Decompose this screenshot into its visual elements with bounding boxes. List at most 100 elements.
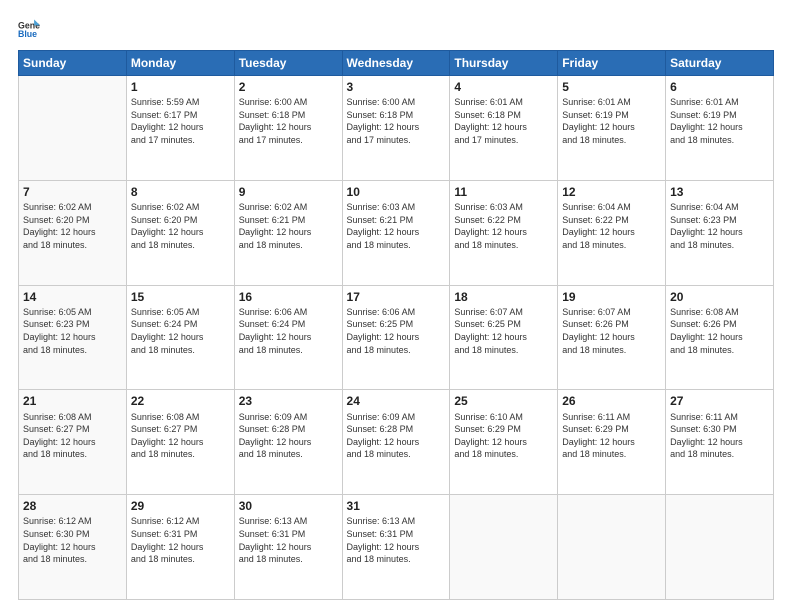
day-number: 28 [23,498,122,514]
calendar-cell: 30Sunrise: 6:13 AM Sunset: 6:31 PM Dayli… [234,495,342,600]
day-number: 5 [562,79,661,95]
day-info: Sunrise: 6:09 AM Sunset: 6:28 PM Dayligh… [239,411,338,461]
day-number: 22 [131,393,230,409]
week-row-4: 28Sunrise: 6:12 AM Sunset: 6:30 PM Dayli… [19,495,774,600]
week-row-1: 7 Sunrise: 6:02 AM Sunset: 6:20 PM Daylig… [19,180,774,285]
day-number: 10 [347,184,446,200]
day-info: Sunrise: 6:11 AM Sunset: 6:30 PM Dayligh… [670,411,769,461]
day-number: 21 [23,393,122,409]
header-monday: Monday [126,51,234,76]
day-number: 2 [239,79,338,95]
calendar-cell: 19Sunrise: 6:07 AM Sunset: 6:26 PM Dayli… [558,285,666,390]
day-info: Sunrise: 6:02 AM Sunset: 6:20 PM Dayligh… [131,201,230,251]
day-info: Sunrise: 6:00 AM Sunset: 6:18 PM Dayligh… [347,96,446,146]
header: General Blue [18,18,774,40]
calendar-header-row: SundayMondayTuesdayWednesdayThursdayFrid… [19,51,774,76]
day-number: 30 [239,498,338,514]
calendar-cell: 31Sunrise: 6:13 AM Sunset: 6:31 PM Dayli… [342,495,450,600]
calendar-cell: 28Sunrise: 6:12 AM Sunset: 6:30 PM Dayli… [19,495,127,600]
day-number: 18 [454,289,553,305]
week-row-3: 21 Sunrise: 6:08 AM Sunset: 6:27 PM Dayli… [19,390,774,495]
calendar-cell [450,495,558,600]
calendar-cell: 13Sunrise: 6:04 AM Sunset: 6:23 PM Dayli… [666,180,774,285]
day-info: Sunrise: 5:59 AM Sunset: 6:17 PM Dayligh… [131,96,230,146]
calendar-cell: 27 Sunrise: 6:11 AM Sunset: 6:30 PM Dayli… [666,390,774,495]
day-info: Sunrise: 6:01 AM Sunset: 6:19 PM Dayligh… [562,96,661,146]
header-wednesday: Wednesday [342,51,450,76]
day-number: 8 [131,184,230,200]
calendar-cell: 7Sunrise: 6:02 AM Sunset: 6:20 PM Daylig… [19,180,127,285]
day-number: 13 [670,184,769,200]
day-number: 11 [454,184,553,200]
day-number: 25 [454,393,553,409]
svg-text:Blue: Blue [18,29,37,39]
day-number: 6 [670,79,769,95]
day-info: Sunrise: 6:09 AM Sunset: 6:28 PM Dayligh… [347,411,446,461]
day-info: Sunrise: 6:01 AM Sunset: 6:19 PM Dayligh… [670,96,769,146]
day-info: Sunrise: 6:02 AM Sunset: 6:21 PM Dayligh… [239,201,338,251]
calendar-cell: 23 Sunrise: 6:09 AM Sunset: 6:28 PM Dayli… [234,390,342,495]
calendar-cell: 10Sunrise: 6:03 AM Sunset: 6:21 PM Dayli… [342,180,450,285]
calendar-cell [19,76,127,181]
day-info: Sunrise: 6:12 AM Sunset: 6:30 PM Dayligh… [23,515,122,565]
day-number: 12 [562,184,661,200]
day-info: Sunrise: 6:03 AM Sunset: 6:21 PM Dayligh… [347,201,446,251]
day-number: 23 [239,393,338,409]
calendar-table: SundayMondayTuesdayWednesdayThursdayFrid… [18,50,774,600]
calendar-cell: 24 Sunrise: 6:09 AM Sunset: 6:28 PM Dayli… [342,390,450,495]
calendar-cell: 17Sunrise: 6:06 AM Sunset: 6:25 PM Dayli… [342,285,450,390]
header-sunday: Sunday [19,51,127,76]
day-number: 26 [562,393,661,409]
calendar-cell: 2Sunrise: 6:00 AM Sunset: 6:18 PM Daylig… [234,76,342,181]
day-info: Sunrise: 6:00 AM Sunset: 6:18 PM Dayligh… [239,96,338,146]
calendar-cell [666,495,774,600]
calendar-cell: 29Sunrise: 6:12 AM Sunset: 6:31 PM Dayli… [126,495,234,600]
calendar-cell: 25 Sunrise: 6:10 AM Sunset: 6:29 PM Dayli… [450,390,558,495]
day-info: Sunrise: 6:06 AM Sunset: 6:24 PM Dayligh… [239,306,338,356]
calendar-cell: 9Sunrise: 6:02 AM Sunset: 6:21 PM Daylig… [234,180,342,285]
day-info: Sunrise: 6:04 AM Sunset: 6:23 PM Dayligh… [670,201,769,251]
day-info: Sunrise: 6:11 AM Sunset: 6:29 PM Dayligh… [562,411,661,461]
header-saturday: Saturday [666,51,774,76]
day-number: 1 [131,79,230,95]
day-info: Sunrise: 6:13 AM Sunset: 6:31 PM Dayligh… [347,515,446,565]
header-thursday: Thursday [450,51,558,76]
day-info: Sunrise: 6:10 AM Sunset: 6:29 PM Dayligh… [454,411,553,461]
day-number: 27 [670,393,769,409]
day-number: 24 [347,393,446,409]
calendar-cell: 3Sunrise: 6:00 AM Sunset: 6:18 PM Daylig… [342,76,450,181]
week-row-0: 1Sunrise: 5:59 AM Sunset: 6:17 PM Daylig… [19,76,774,181]
calendar-cell: 11Sunrise: 6:03 AM Sunset: 6:22 PM Dayli… [450,180,558,285]
calendar-cell: 12Sunrise: 6:04 AM Sunset: 6:22 PM Dayli… [558,180,666,285]
day-info: Sunrise: 6:05 AM Sunset: 6:24 PM Dayligh… [131,306,230,356]
day-number: 15 [131,289,230,305]
day-info: Sunrise: 6:08 AM Sunset: 6:27 PM Dayligh… [131,411,230,461]
calendar-cell: 4Sunrise: 6:01 AM Sunset: 6:18 PM Daylig… [450,76,558,181]
day-info: Sunrise: 6:07 AM Sunset: 6:25 PM Dayligh… [454,306,553,356]
calendar-cell: 22 Sunrise: 6:08 AM Sunset: 6:27 PM Dayli… [126,390,234,495]
day-info: Sunrise: 6:06 AM Sunset: 6:25 PM Dayligh… [347,306,446,356]
day-number: 19 [562,289,661,305]
day-number: 4 [454,79,553,95]
day-info: Sunrise: 6:04 AM Sunset: 6:22 PM Dayligh… [562,201,661,251]
day-info: Sunrise: 6:07 AM Sunset: 6:26 PM Dayligh… [562,306,661,356]
day-info: Sunrise: 6:08 AM Sunset: 6:26 PM Dayligh… [670,306,769,356]
day-number: 3 [347,79,446,95]
day-info: Sunrise: 6:13 AM Sunset: 6:31 PM Dayligh… [239,515,338,565]
calendar-cell: 5Sunrise: 6:01 AM Sunset: 6:19 PM Daylig… [558,76,666,181]
calendar-page: General Blue SundayMondayTuesdayWednesda… [0,0,792,612]
calendar-cell: 8Sunrise: 6:02 AM Sunset: 6:20 PM Daylig… [126,180,234,285]
header-friday: Friday [558,51,666,76]
calendar-cell: 16Sunrise: 6:06 AM Sunset: 6:24 PM Dayli… [234,285,342,390]
logo: General Blue [18,18,46,40]
day-number: 7 [23,184,122,200]
logo-icon: General Blue [18,18,40,40]
day-number: 17 [347,289,446,305]
day-number: 29 [131,498,230,514]
day-info: Sunrise: 6:08 AM Sunset: 6:27 PM Dayligh… [23,411,122,461]
day-number: 31 [347,498,446,514]
day-number: 16 [239,289,338,305]
header-tuesday: Tuesday [234,51,342,76]
week-row-2: 14Sunrise: 6:05 AM Sunset: 6:23 PM Dayli… [19,285,774,390]
calendar-cell: 26 Sunrise: 6:11 AM Sunset: 6:29 PM Dayli… [558,390,666,495]
